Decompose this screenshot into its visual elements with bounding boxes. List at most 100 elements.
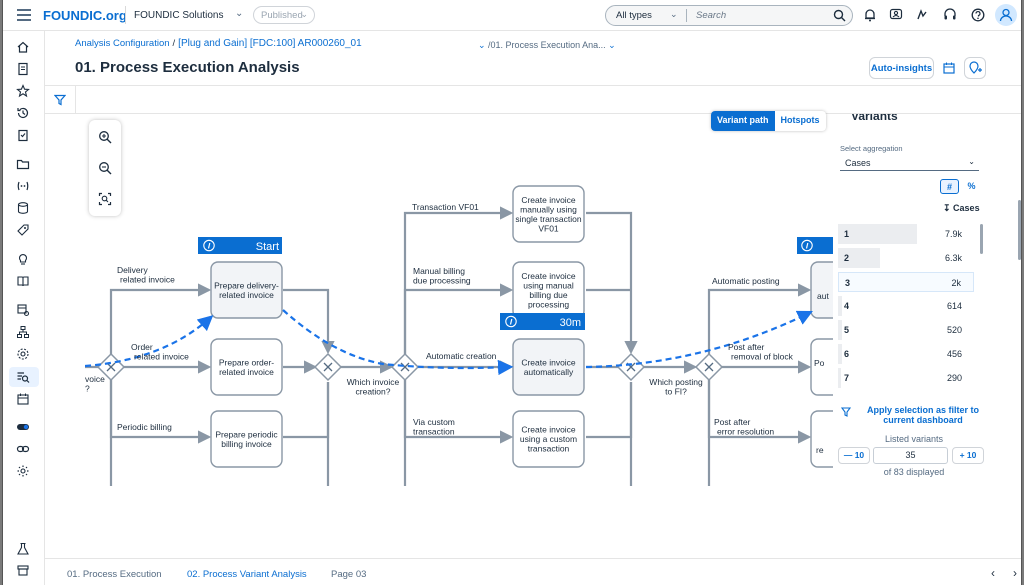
variant-rank: 6 [844,349,850,359]
page-scrollbar[interactable] [1018,200,1021,260]
apply-filter-link[interactable]: Apply selection as filter to current das… [863,405,983,425]
search-box[interactable]: All types ⌄ Search [605,5,853,26]
calendar-icon[interactable] [16,392,30,406]
variant-row[interactable]: 4 614 [838,296,974,316]
bell-icon[interactable] [863,8,877,22]
page-selector[interactable]: ⌄ /01. Process Execution Ana... ⌄ [478,40,616,51]
calendar-icon[interactable] [938,57,960,79]
text-line: removal of block [731,352,794,362]
breadcrumb-item-link[interactable]: [Plug and Gain] [FDC:100] AR000260_01 [178,38,361,49]
link-icon[interactable] [16,442,30,456]
zoom-out-icon[interactable] [98,161,112,175]
variant-cases: 456 [946,349,962,359]
chevron-right-icon[interactable]: › [1013,566,1017,580]
menu-icon[interactable] [17,9,31,21]
text-line: transaction [528,444,570,454]
tab-variant-path[interactable]: Variant path [711,111,775,131]
add-location-button[interactable] [964,57,986,79]
node-text: Prepare periodic billing invoice [215,429,278,449]
folder-icon[interactable] [16,157,30,171]
variant-row[interactable]: 5 520 [838,320,974,340]
history-icon[interactable] [16,106,30,120]
help-icon[interactable] [971,8,985,22]
percent-toggle[interactable]: % [962,179,981,194]
document-icon[interactable] [16,62,30,76]
node-text: Prepare order-related invoice [219,357,274,377]
user-feedback-icon[interactable] [889,8,903,22]
zoom-in-icon[interactable] [98,130,112,144]
variant-row[interactable]: 1 7.9k [838,224,974,244]
search-type-select[interactable]: All types [616,10,652,21]
avatar[interactable] [995,4,1017,26]
end-banner-partial [797,237,837,254]
variants-panel: Variants Select aggregation Cases ⌄ # % … [833,114,995,486]
decrease-button[interactable]: — 10 [838,447,870,464]
variant-rank: 2 [844,253,850,263]
tab-page-03[interactable]: Page 03 [331,569,366,580]
breadcrumb: Analysis Configuration / [Plug and Gain] [… [75,38,362,49]
text-line: ? [85,384,90,394]
divider [125,6,126,24]
table-settings-icon[interactable] [16,303,30,317]
edge-label: Manual billing due processing [413,266,471,286]
cases-column-header[interactable]: ↧ Cases [943,203,980,214]
dataset-icon[interactable] [16,201,30,215]
status-selector[interactable]: Published ⌄ [253,6,315,24]
text-line: related invoice [120,275,175,285]
auto-insights-button[interactable]: Auto-insights [869,57,934,79]
aggregation-select[interactable]: Cases ⌄ [840,155,979,171]
count-toggle[interactable]: # [940,179,959,194]
view-mode-toggle: Variant path Hotspots [711,111,826,131]
variants-title: Variants [851,114,898,123]
scrollbar[interactable] [980,224,983,254]
breadcrumb-root-link[interactable]: Analysis Configuration [75,38,170,49]
archive-icon[interactable] [16,563,30,577]
text-line: Prepare order- [219,357,274,367]
process-settings-icon[interactable] [16,347,30,361]
filter-icon[interactable] [54,94,66,106]
star-icon[interactable] [16,84,30,98]
increase-button[interactable]: + 10 [952,447,984,464]
variant-row[interactable]: 3 2k [838,272,974,292]
fit-to-screen-icon[interactable] [98,192,112,206]
joule-assistant-icon[interactable] [915,8,929,22]
search-icon[interactable] [833,9,846,22]
text-line: Automatic creation [426,351,497,361]
listed-variants-input[interactable]: 35 [873,447,948,464]
variant-row[interactable]: 2 6.3k [838,248,974,268]
search-input[interactable]: Search [696,10,726,21]
tab-hotspots[interactable]: Hotspots [775,111,826,131]
clipboard-icon[interactable] [16,128,30,142]
tab-process-execution[interactable]: 01. Process Execution [67,569,162,580]
home-icon[interactable] [16,40,30,54]
text-line: to FI? [665,387,687,397]
edge-label: Transaction VF01 [412,202,479,212]
gateway-diamond[interactable] [313,352,343,382]
workspace-selector[interactable]: FOUNDIC Solutions [134,10,223,21]
gateway-diamond[interactable] [616,352,646,382]
book-icon[interactable] [16,274,30,288]
edge-label: Automatic creation [426,351,497,361]
hierarchy-icon[interactable] [16,325,30,339]
node-text: Create invoice using a custom transaction [520,425,577,454]
text-line: Create invoice [521,271,576,281]
variant-row[interactable]: 6 456 [838,344,974,364]
lab-flask-icon[interactable] [16,542,30,556]
toggle-icon[interactable] [16,420,30,434]
variant-row[interactable]: 7 290 [838,368,974,388]
brand-logo[interactable]: FOUNDIC.org [43,8,127,23]
variable-icon[interactable] [16,179,30,193]
rocket-icon[interactable] [16,223,30,237]
filter-bar [45,85,1021,114]
text-line: aut [817,291,829,301]
chevron-down-icon[interactable]: ⌄ [235,8,243,19]
chevron-left-icon[interactable]: ‹ [991,566,995,580]
process-analysis-icon[interactable] [16,370,30,384]
lightbulb-icon[interactable] [16,252,30,266]
headset-icon[interactable] [943,8,957,22]
text-line: manually using [520,204,577,214]
edge-label: Periodic billing [117,422,172,432]
tab-process-variant-analysis[interactable]: 02. Process Variant Analysis [187,569,307,580]
gear-icon[interactable] [16,464,30,478]
duration-banner: 30m [500,313,585,330]
